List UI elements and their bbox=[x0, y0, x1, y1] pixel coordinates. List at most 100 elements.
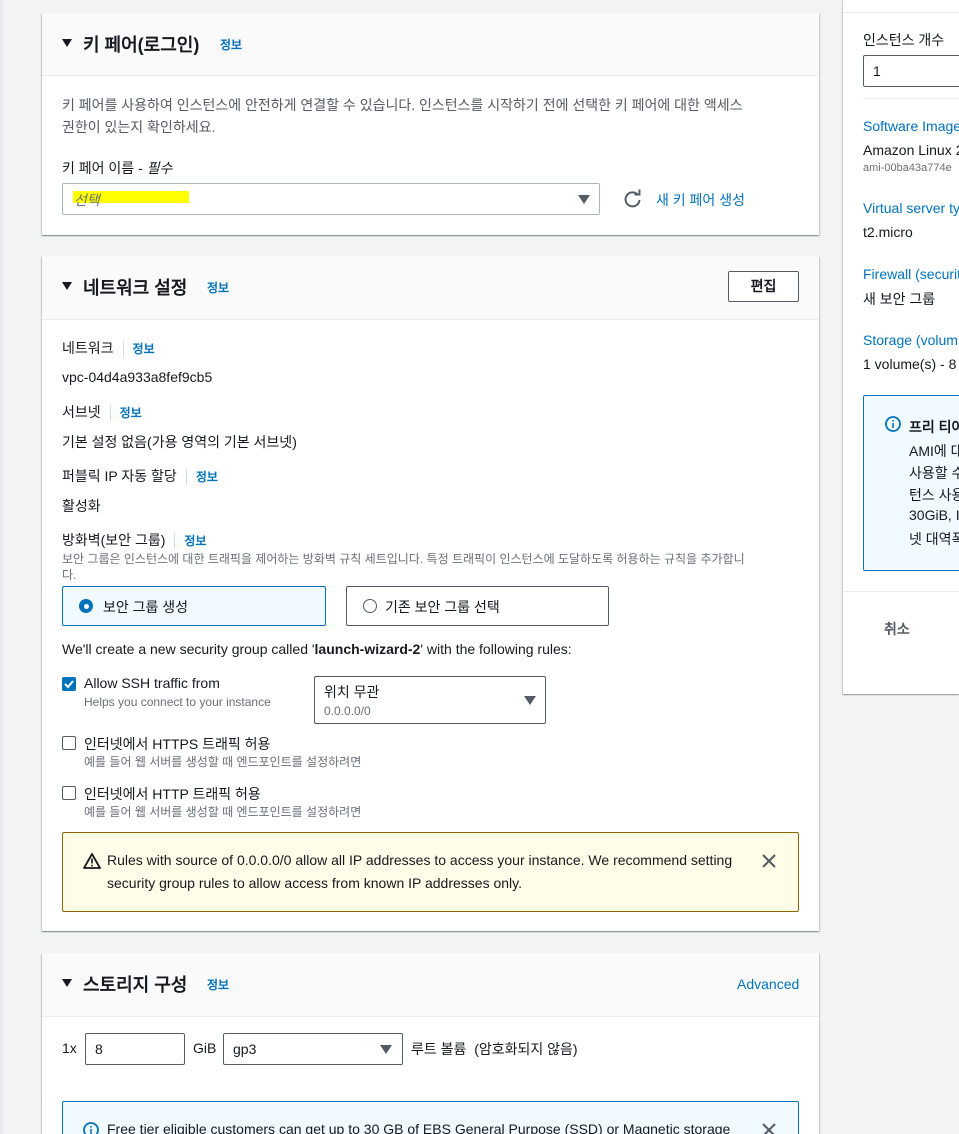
firewall-info-link[interactable]: 정보 bbox=[184, 534, 206, 548]
divider bbox=[185, 469, 187, 486]
radio-existing-label: 기존 보안 그룹 선택 bbox=[385, 599, 500, 615]
warning-icon bbox=[83, 853, 101, 872]
ssh-checkbox[interactable] bbox=[62, 677, 76, 691]
firewall-label-text: 방화벽(보안 그룹) bbox=[62, 532, 166, 548]
free-tier-box: 프리 티어 AMI에 대 사용할 수 턴스 사용 30GiB, IO 넷 대역폭 bbox=[863, 395, 959, 571]
instance-count-input[interactable]: 1 bbox=[863, 55, 959, 87]
storage-panel: 스토리지 구성 정보 Advanced 1x 8 GiB gp3 루트 볼륨 (… bbox=[42, 953, 819, 1134]
divider bbox=[122, 341, 124, 358]
ssh-description: Helps you connect to your instance bbox=[84, 695, 271, 709]
security-group-intro: We'll create a new security group called… bbox=[62, 641, 572, 657]
firewall-description-2: 다. bbox=[62, 568, 77, 582]
summary-top-divider bbox=[843, 12, 959, 13]
http-label: 인터넷에서 HTTP 트래픽 허용 bbox=[84, 786, 261, 802]
volume-type-select[interactable]: gp3 bbox=[223, 1033, 403, 1065]
firewall-value: 새 보안 그룹 bbox=[863, 291, 936, 307]
summary-footer-divider bbox=[843, 591, 959, 592]
subnet-label: 서브넷 정보 bbox=[62, 402, 142, 422]
ssh-source-value: 0.0.0.0/0 bbox=[324, 704, 371, 718]
required-marker: 필수 bbox=[146, 160, 173, 176]
network-info-link[interactable]: 정보 bbox=[207, 279, 229, 296]
https-description: 예를 들어 웹 서버를 생성할 때 엔드포인트를 설정하려면 bbox=[84, 755, 362, 769]
create-key-pair-link[interactable]: 새 키 페어 생성 bbox=[656, 190, 745, 210]
radio-create-security-group[interactable]: 보안 그룹 생성 bbox=[62, 586, 326, 626]
radio-selected-icon bbox=[79, 599, 93, 613]
free-tier-line-2: 사용할 수 bbox=[909, 465, 959, 481]
ami-id: ami-00ba43a774e bbox=[863, 162, 952, 174]
divider bbox=[174, 533, 176, 550]
root-volume-note: (암호화되지 않음) bbox=[474, 1041, 578, 1057]
close-icon[interactable] bbox=[762, 854, 776, 871]
key-pair-panel: 키 페어(로그인) 정보 키 페어를 사용하여 인스턴스에 안전하게 연결할 수… bbox=[42, 13, 819, 235]
network-header[interactable]: 네트워크 설정 정보 편집 bbox=[42, 256, 819, 320]
key-pair-description-2: 권한이 있는지 확인하세요. bbox=[62, 119, 216, 135]
left-border bbox=[0, 0, 3, 1134]
instance-count-value: 1 bbox=[873, 63, 881, 79]
firewall-link[interactable]: Firewall (securit bbox=[863, 266, 959, 282]
chevron-down-icon bbox=[524, 696, 536, 705]
network-label: 네트워크 정보 bbox=[62, 338, 155, 358]
public-ip-label-text: 퍼블릭 IP 자동 할당 bbox=[62, 468, 177, 484]
key-pair-select[interactable]: 선택 bbox=[62, 183, 600, 215]
free-tier-line-5: 넷 대역폭 bbox=[909, 531, 959, 547]
volume-type-value: gp3 bbox=[233, 1041, 257, 1057]
volume-size-input[interactable]: 8 bbox=[85, 1033, 185, 1065]
storage-info-link[interactable]: 정보 bbox=[207, 976, 229, 993]
network-settings-panel: 네트워크 설정 정보 편집 네트워크 정보 vpc-04d4a933a8fef9c… bbox=[42, 256, 819, 931]
key-pair-header[interactable]: 키 페어(로그인) 정보 bbox=[42, 13, 819, 76]
info-circle-icon bbox=[83, 1122, 99, 1134]
https-label: 인터넷에서 HTTPS 트래픽 허용 bbox=[84, 736, 271, 752]
free-tier-title: 프리 티어 bbox=[909, 419, 959, 435]
software-image-link[interactable]: Software Image bbox=[863, 118, 959, 134]
sg-intro-after: ' with the following rules: bbox=[420, 641, 572, 657]
storage-header[interactable]: 스토리지 구성 정보 Advanced bbox=[42, 953, 819, 1017]
key-pair-info-link[interactable]: 정보 bbox=[220, 36, 242, 53]
edit-button[interactable]: 편집 bbox=[728, 271, 799, 302]
storage-link[interactable]: Storage (volum bbox=[863, 332, 958, 348]
storage-title: 스토리지 구성 bbox=[83, 975, 188, 995]
security-warning-alert: Rules with source of 0.0.0.0/0 allow all… bbox=[62, 832, 799, 912]
root-volume-label: 루트 볼륨 (암호화되지 않음) bbox=[411, 1039, 578, 1059]
ssh-source-select[interactable]: 위치 무관 0.0.0.0/0 bbox=[314, 676, 546, 724]
warning-text-1: Rules with source of 0.0.0.0/0 allow all… bbox=[107, 852, 733, 868]
volume-size-value: 8 bbox=[95, 1041, 103, 1057]
server-type-link[interactable]: Virtual server ty bbox=[863, 200, 959, 216]
network-label-text: 네트워크 bbox=[62, 340, 114, 356]
key-pair-title: 키 페어(로그인) bbox=[83, 35, 200, 55]
https-checkbox[interactable] bbox=[62, 736, 76, 750]
sg-intro-before: We'll create a new security group called… bbox=[62, 641, 315, 657]
divider bbox=[109, 405, 111, 422]
radio-create-label: 보안 그룹 생성 bbox=[103, 599, 189, 615]
subnet-info-link[interactable]: 정보 bbox=[120, 406, 142, 420]
advanced-link[interactable]: Advanced bbox=[737, 976, 799, 992]
free-tier-note: Free tier eligible customers can get up … bbox=[107, 1121, 731, 1134]
volume-unit: GiB bbox=[193, 1040, 217, 1056]
server-type-value: t2.micro bbox=[863, 224, 913, 240]
key-pair-name-label: 키 페어 이름 - 필수 bbox=[62, 158, 172, 178]
refresh-icon[interactable] bbox=[623, 189, 643, 209]
http-description: 예를 들어 웹 서버를 생성할 때 엔드포인트를 설정하려면 bbox=[84, 805, 362, 819]
close-icon[interactable] bbox=[762, 1123, 776, 1134]
instance-count-label: 인스턴스 개수 bbox=[863, 32, 945, 48]
public-ip-info-link[interactable]: 정보 bbox=[196, 470, 218, 484]
public-ip-label: 퍼블릭 IP 자동 할당 정보 bbox=[62, 466, 218, 486]
collapse-caret-icon[interactable] bbox=[62, 39, 72, 47]
network-field-info-link[interactable]: 정보 bbox=[133, 342, 155, 356]
collapse-caret-icon[interactable] bbox=[62, 282, 72, 290]
radio-existing-security-group[interactable]: 기존 보안 그룹 선택 bbox=[346, 586, 609, 626]
root-volume-text: 루트 볼륨 bbox=[411, 1041, 467, 1057]
summary-divider bbox=[863, 98, 959, 99]
firewall-label: 방화벽(보안 그룹) 정보 bbox=[62, 530, 206, 550]
chevron-down-icon bbox=[578, 195, 590, 204]
volume-multiplier: 1x bbox=[62, 1040, 77, 1056]
collapse-caret-icon[interactable] bbox=[62, 979, 72, 987]
network-value: vpc-04d4a933a8fef9cb5 bbox=[62, 369, 213, 385]
free-tier-line-4: 30GiB, IO bbox=[909, 507, 959, 523]
free-tier-info-alert: Free tier eligible customers can get up … bbox=[62, 1101, 799, 1134]
software-image-value: Amazon Linux 2 bbox=[863, 142, 959, 158]
summary-panel: 인스턴스 개수 1 Software Image Amazon Linux 2 … bbox=[843, 0, 959, 694]
http-checkbox[interactable] bbox=[62, 786, 76, 800]
subnet-label-text: 서브넷 bbox=[62, 404, 101, 420]
cancel-button[interactable]: 취소 bbox=[884, 619, 910, 639]
subnet-value: 기본 설정 없음(가용 영역의 기본 서브넷) bbox=[62, 434, 297, 450]
